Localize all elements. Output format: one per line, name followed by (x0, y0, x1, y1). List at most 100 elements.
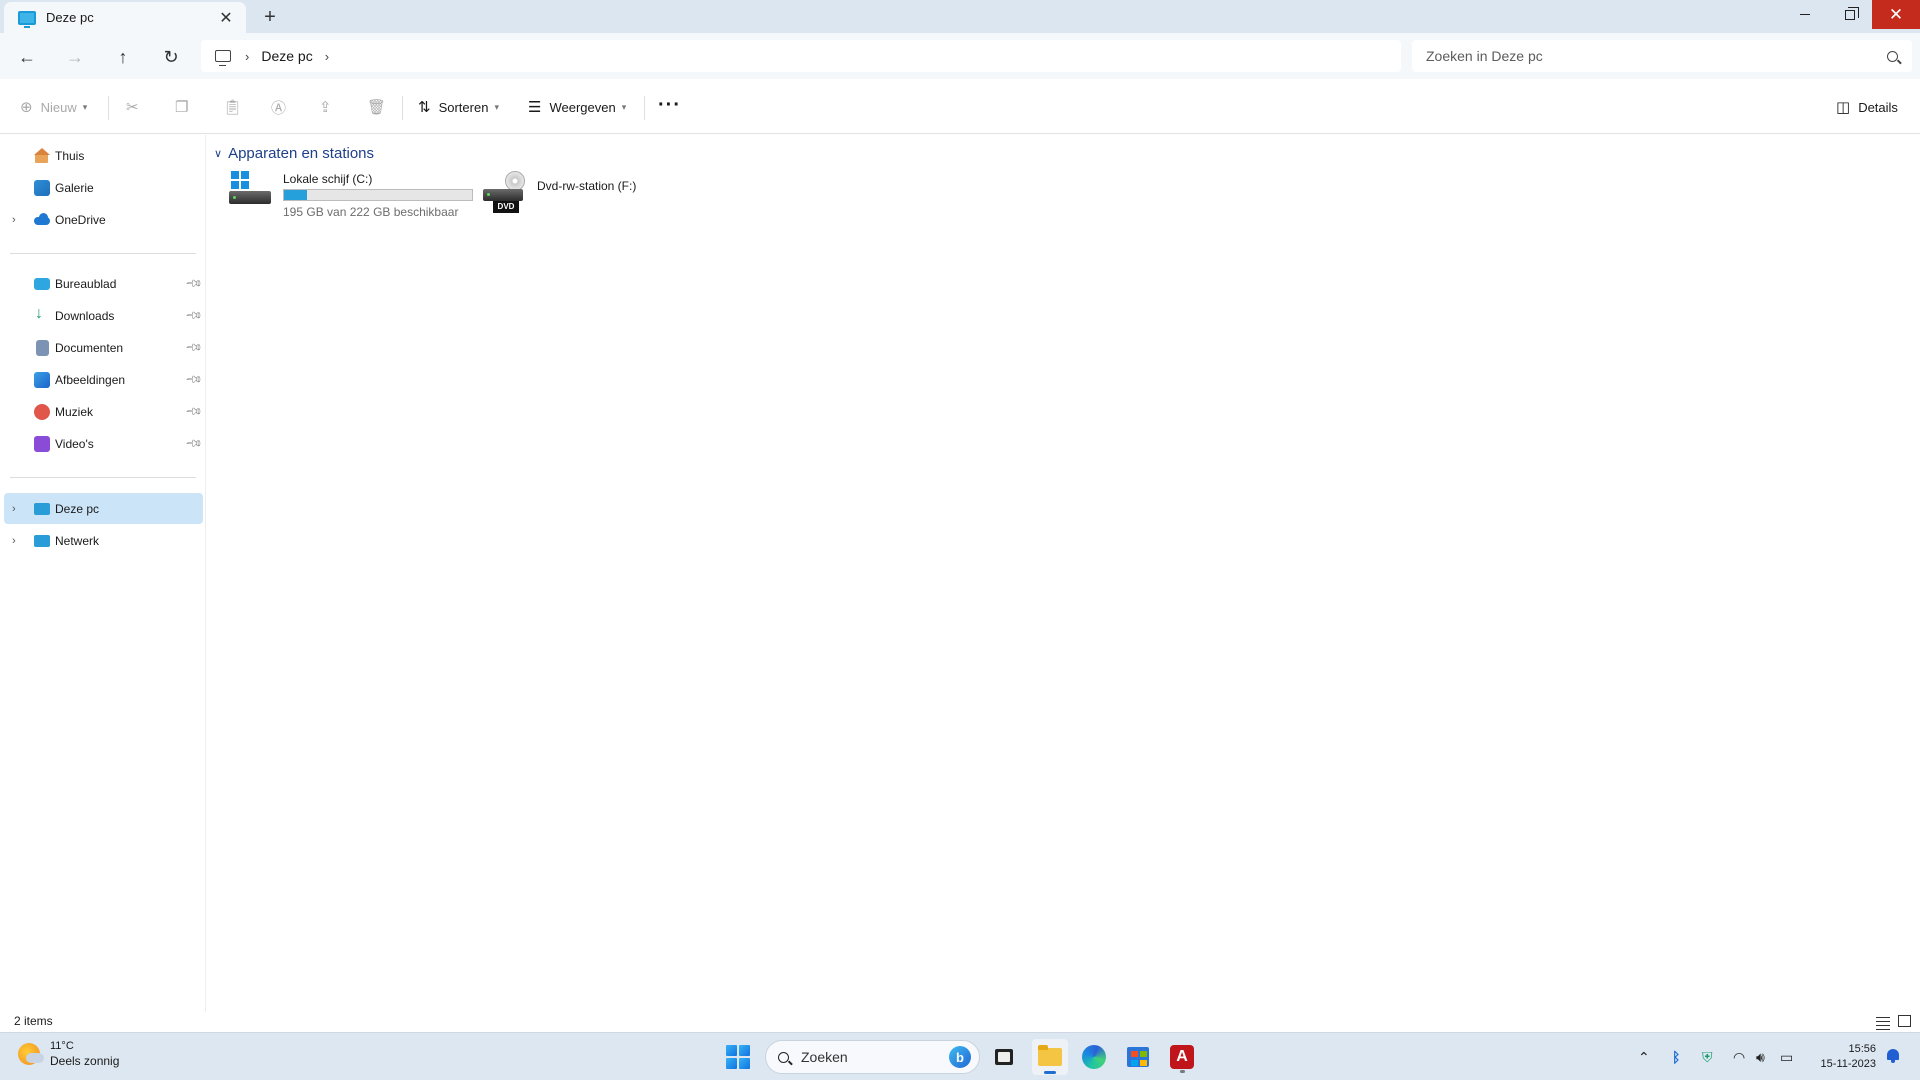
nav-item-netwerk[interactable]: › Netwerk (4, 525, 203, 556)
tab-close-button[interactable]: ✕ (216, 8, 236, 28)
breadcrumb-deze-pc[interactable]: Deze pc (261, 48, 312, 64)
divider (108, 96, 109, 120)
acrobat-button[interactable]: A (1164, 1039, 1200, 1075)
nav-item-videos[interactable]: Video's 📌︎ (4, 428, 203, 459)
search-icon (778, 1051, 789, 1063)
view-button[interactable]: ☰ Weergeven ▾ (528, 93, 626, 121)
nav-item-documenten[interactable]: Documenten 📌︎ (4, 332, 203, 363)
title-bar: Deze pc ✕ + ✕ (0, 0, 1920, 33)
new-tab-button[interactable]: + (258, 6, 282, 28)
nav-item-afbeeldingen[interactable]: Afbeeldingen 📌︎ (4, 364, 203, 395)
nav-item-muziek[interactable]: Muziek 📌︎ (4, 396, 203, 427)
weather-temperature: 11°C (50, 1040, 74, 1052)
drive-c[interactable]: Lokale schijf (C:) 195 GB van 222 GB bes… (226, 171, 476, 221)
volume-button[interactable]: 🔊︎ (1756, 1033, 1765, 1080)
drive-free-space: 195 GB van 222 GB beschikbaar (283, 205, 459, 219)
shield-icon: ⛨ (1702, 1048, 1713, 1065)
bluetooth-button[interactable]: ᛒ (1672, 1033, 1680, 1080)
windows-logo-icon (231, 171, 249, 189)
start-button[interactable] (726, 1045, 750, 1069)
videos-icon (34, 435, 50, 452)
tiles-view-button[interactable] (1898, 1015, 1911, 1027)
copy-button[interactable]: ❐ (175, 93, 196, 121)
restore-button[interactable] (1827, 0, 1873, 29)
drive-usage-fill (284, 190, 307, 200)
task-view-icon (995, 1049, 1013, 1065)
chevron-right-icon: › (245, 48, 250, 64)
pin-icon: 📌︎ (184, 434, 203, 454)
onedrive-icon (34, 212, 50, 228)
more-options-button[interactable]: ··· (658, 91, 681, 119)
delete-button[interactable]: 🗑︎ (367, 93, 394, 121)
tab-deze-pc[interactable]: Deze pc ✕ (4, 2, 246, 33)
scissors-icon: ✂ (126, 99, 139, 116)
drive-usage-bar (283, 189, 473, 201)
battery-button[interactable]: ▭ (1780, 1033, 1793, 1080)
store-icon (1127, 1047, 1149, 1067)
status-bar: 2 items (0, 1012, 1920, 1032)
paste-button[interactable]: 📋︎ (223, 93, 250, 121)
nav-item-onedrive[interactable]: › OneDrive (4, 204, 203, 235)
edge-button[interactable] (1076, 1039, 1112, 1075)
wifi-button[interactable]: ◠ (1733, 1033, 1745, 1080)
security-button[interactable]: ⛨ (1702, 1033, 1713, 1080)
address-field[interactable]: › Deze pc › (201, 40, 1401, 72)
nav-item-bureaublad[interactable]: Bureaublad 📌︎ (4, 268, 203, 299)
nav-item-thuis[interactable]: Thuis (4, 140, 203, 171)
chevron-right-icon[interactable]: › (12, 214, 16, 226)
back-button[interactable]: ← (13, 43, 41, 71)
rename-button[interactable]: Ⓐ (271, 93, 294, 121)
drive-f[interactable]: DVD Dvd-rw-station (F:) (481, 171, 681, 221)
acrobat-icon: A (1170, 1045, 1194, 1069)
file-explorer-button[interactable] (1032, 1039, 1068, 1075)
details-button[interactable]: ◫ Details (1836, 93, 1898, 121)
hard-drive-icon (229, 171, 273, 211)
nav-label: Netwerk (55, 533, 100, 548)
nav-divider (10, 253, 196, 254)
copy-icon: ❐ (175, 99, 189, 116)
pin-icon: 📌︎ (184, 370, 203, 390)
clock[interactable]: 15:56 15-11-2023 (1810, 1042, 1876, 1072)
home-icon (34, 147, 50, 164)
navigation-pane: Thuis Galerie › OneDrive Bureaublad 📌︎ D… (0, 135, 204, 1015)
forward-button[interactable]: → (61, 43, 89, 71)
this-pc-icon (18, 10, 36, 28)
minimize-button[interactable] (1782, 0, 1828, 29)
restore-icon (1845, 6, 1859, 20)
bluetooth-icon: ᛒ (1672, 1049, 1681, 1065)
weather-widget[interactable]: 11°C Deels zonnig (18, 1040, 119, 1068)
search-input[interactable]: Zoeken in Deze pc (1412, 40, 1912, 72)
arrow-up-icon: ↑ (118, 46, 128, 67)
store-button[interactable] (1120, 1039, 1156, 1075)
chevron-down-icon: ▾ (494, 101, 499, 112)
taskbar-search-placeholder: Zoeken (801, 1049, 848, 1065)
trash-icon: 🗑︎ (367, 99, 387, 116)
details-view-button[interactable] (1876, 1014, 1890, 1030)
arrow-right-icon: → (66, 46, 84, 67)
cut-button[interactable]: ✂ (126, 93, 147, 121)
nav-label: Thuis (55, 148, 85, 163)
bing-icon[interactable]: b (949, 1046, 971, 1068)
chevron-right-icon[interactable]: › (12, 535, 16, 547)
nav-item-deze-pc[interactable]: › Deze pc (4, 493, 203, 524)
nav-item-downloads[interactable]: Downloads 📌︎ (4, 300, 203, 331)
group-title: Apparaten en stations (228, 145, 374, 162)
show-hidden-icons-button[interactable]: ⌃ (1638, 1033, 1650, 1080)
plus-circle-icon: ⊕ (20, 99, 33, 116)
sort-button[interactable]: ⇅ Sorteren ▾ (418, 93, 499, 121)
new-button[interactable]: ⊕ Nieuw ▾ (20, 93, 87, 121)
chevron-right-icon[interactable]: › (12, 503, 16, 515)
up-button[interactable]: ↑ (109, 43, 137, 71)
notification-bell-icon[interactable] (1886, 1048, 1900, 1064)
taskbar: 11°C Deels zonnig Zoeken b A ⌃ ᛒ ⛨ ◠ 🔊︎ … (0, 1032, 1920, 1080)
nav-label: Video's (55, 436, 94, 451)
command-bar: ⊕ Nieuw ▾ ✂ ❐ 📋︎ Ⓐ ⇪ 🗑︎ ⇅ Sorteren ▾ ☰ W… (0, 79, 1920, 134)
task-view-button[interactable] (986, 1039, 1022, 1075)
close-window-button[interactable]: ✕ (1872, 0, 1920, 29)
taskbar-search[interactable]: Zoeken b (765, 1040, 980, 1074)
refresh-button[interactable]: ↻ (157, 43, 185, 71)
nav-item-galerie[interactable]: Galerie (4, 172, 203, 203)
chevron-right-icon[interactable]: › (325, 49, 329, 64)
share-button[interactable]: ⇪ (319, 93, 340, 121)
group-header[interactable]: ∨ Apparaten en stations (214, 145, 374, 162)
